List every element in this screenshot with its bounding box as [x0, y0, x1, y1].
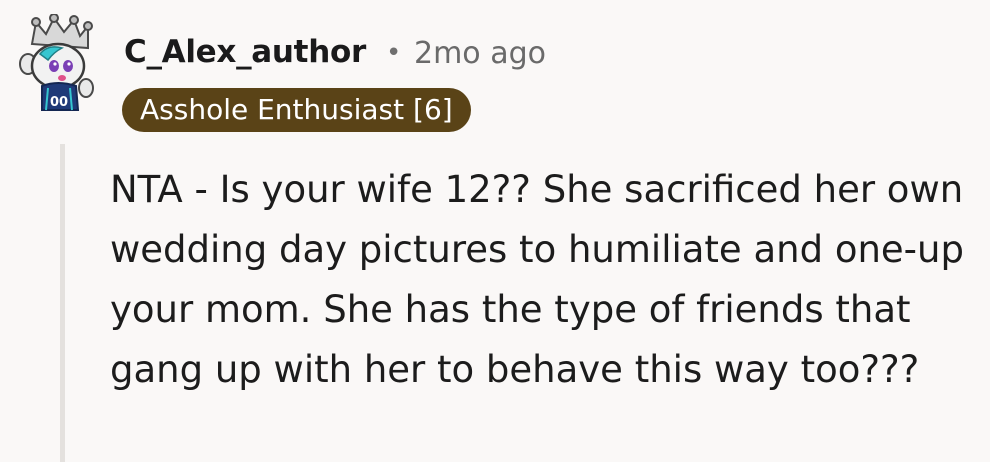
comment-body: NTA - Is your wife 12?? She sacrificed h…: [110, 168, 964, 391]
comment: 00 C_Alex_author • 2mo ago Asshole Enthu…: [0, 0, 990, 462]
thread-collapse-line[interactable]: [60, 144, 65, 462]
user-avatar[interactable]: 00: [18, 13, 102, 112]
snoo-avatar-icon: 00: [19, 13, 94, 111]
jersey-number: 00: [50, 95, 68, 110]
meta-separator: •: [386, 38, 402, 68]
username-link[interactable]: C_Alex_author: [124, 34, 366, 70]
comment-timestamp[interactable]: 2mo ago: [414, 36, 546, 71]
user-flair-badge: Asshole Enthusiast [6]: [122, 88, 471, 132]
